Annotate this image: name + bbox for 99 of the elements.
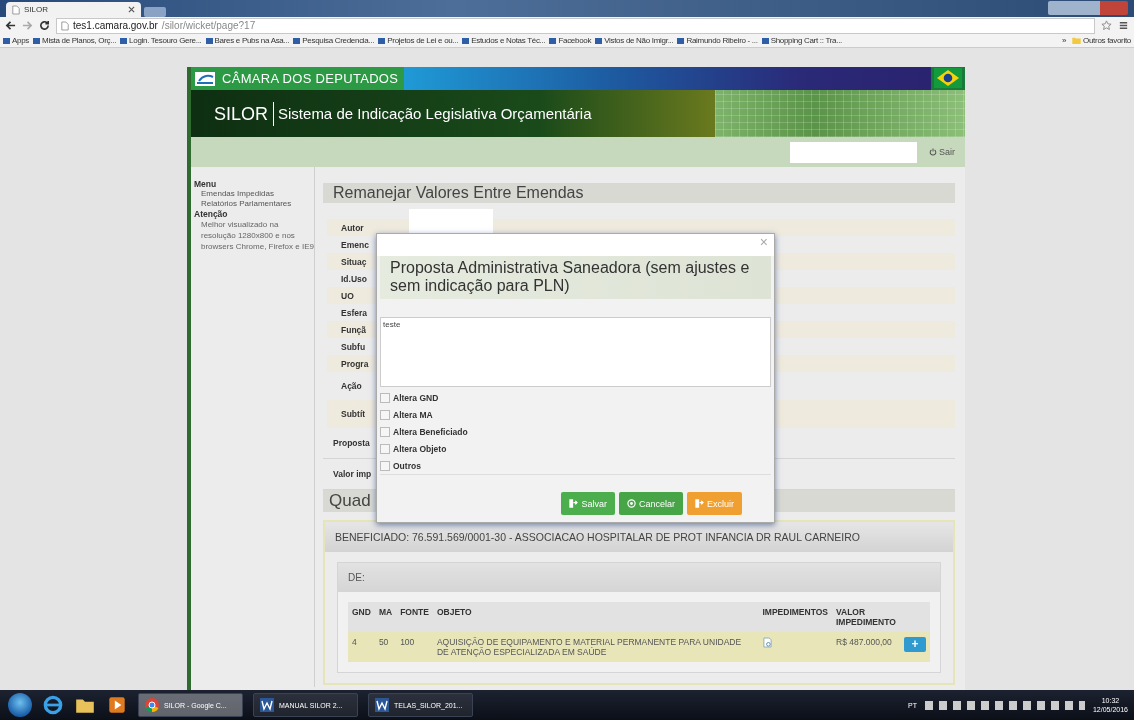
more-bookmarks-button[interactable]: » (1061, 36, 1067, 45)
menu-link[interactable]: Emendas Impedidas (194, 189, 314, 199)
field-label: UO (341, 290, 354, 301)
bookmark-icon (205, 37, 213, 44)
menu-link[interactable]: Relatórios Parlamentares (194, 199, 314, 209)
checkbox-label: Altera MA (393, 409, 433, 420)
bookmark-icon (761, 37, 769, 44)
checkbox-label: Altera Objeto (393, 443, 447, 454)
menu-icon[interactable] (1118, 20, 1129, 31)
bookmark-icon (3, 37, 10, 44)
field-label: Emenc (341, 239, 369, 250)
table-cell: R$ 487.000,00 (832, 632, 900, 662)
checkbox[interactable] (380, 426, 390, 437)
table-cell: AQUISIÇÃO DE EQUIPAMENTO E MATERIAL PERMANENTE PARA UNIDADE DE ATENÇÃO ESPECIALIZADA EM SAÚDE (432, 632, 759, 662)
star-icon[interactable] (1101, 20, 1112, 31)
checkbox-label: Altera GND (393, 392, 439, 403)
back-icon[interactable] (5, 20, 16, 31)
bookmark-item[interactable]: Vistos de Não Imigr... (595, 36, 674, 45)
folder-icon (1072, 37, 1082, 44)
bookmark-item[interactable]: Projetos de Lei e ou... (378, 36, 459, 45)
start-button[interactable] (8, 693, 32, 717)
table-cell: 100 (396, 632, 433, 662)
bookmark-item[interactable]: Apps (3, 36, 30, 45)
field-label: Funçã (341, 324, 367, 335)
column-header: IMPEDIMENTOS (758, 602, 832, 632)
notice-text: Melhor visualizado na resolução 1280x800 e nos browsers Chrome, Firefox e IE9 (200, 219, 314, 252)
column-header: GND (348, 602, 375, 632)
menu-heading: Menu (194, 179, 218, 189)
bookmark-icon (549, 37, 557, 44)
window-controls[interactable] (1048, 1, 1128, 15)
bookmark-icon (677, 37, 685, 44)
notice-heading: Atenção (194, 209, 229, 219)
table-cell: 4 (348, 632, 375, 662)
media-player-icon[interactable] (106, 694, 128, 716)
checkbox[interactable] (380, 460, 390, 471)
power-icon (929, 148, 937, 156)
field-label: Proposta (333, 438, 370, 448)
cancel-icon (626, 499, 636, 508)
page-icon (12, 4, 20, 15)
organization-name: CÂMARA DOS DEPUTADOS (222, 71, 399, 86)
field-label: Situaç (341, 256, 367, 267)
bookmark-item[interactable]: Login. Tesouro Gere... (120, 36, 202, 45)
delete-icon (695, 499, 704, 508)
bookmark-icon (120, 37, 128, 44)
address-bar[interactable]: tes1.camara.gov.br /silor/wicket/page?17 (56, 17, 1095, 34)
field-label: Progra (341, 358, 369, 369)
browser-tab[interactable]: SILOR (6, 2, 141, 17)
field-label: Subfu (341, 341, 366, 352)
page-title: Remanejar Valores Entre Emendas (323, 183, 955, 203)
checkbox-label: Outros (393, 460, 421, 471)
bookmark-icon (33, 37, 41, 44)
beneficiary-title: BENEFICIADO: 76.591.569/0001-30 - ASSOCIACAO HOSPITALAR DE PROT INFANCIA DR RAUL CARNEIRO (325, 522, 953, 552)
bookmark-item[interactable]: Estudos e Notas Téc... (462, 36, 546, 45)
flag-icon (934, 68, 962, 88)
forward-icon[interactable] (22, 20, 33, 31)
panel-title: DE: (338, 563, 940, 592)
app-acronym: SILOR (214, 101, 275, 126)
field-label: Autor (341, 222, 364, 233)
column-header: VALOR IMPEDIMENTO (832, 602, 900, 632)
reload-icon[interactable] (39, 20, 50, 31)
word-icon (374, 697, 390, 713)
field-label: Valor imp (333, 469, 372, 479)
checkbox[interactable] (380, 443, 390, 454)
close-icon[interactable] (128, 6, 135, 13)
bookmark-item[interactable]: Shopping Cart :: Tra... (761, 36, 842, 45)
logo-icon (195, 71, 215, 86)
column-header: OBJETO (432, 602, 759, 632)
bookmark-item[interactable]: Bares e Pubs na Asa... (205, 36, 290, 45)
save-icon (569, 499, 579, 508)
bookmark-folder[interactable]: Outros favorito (1072, 36, 1131, 45)
tab-title: SILOR (24, 5, 49, 14)
field-label: Esfera (341, 307, 367, 318)
browser-icon[interactable] (42, 694, 64, 716)
table-cell: 50 (374, 632, 397, 662)
bookmark-item[interactable]: Pesquisa Credencia... (293, 36, 375, 45)
field-label: Ação (341, 381, 362, 391)
bookmark-icon (595, 37, 603, 44)
bookmark-item[interactable]: Mista de Planos, Orç... (33, 36, 117, 45)
bookmark-icon (378, 37, 386, 44)
field-label: Id.Uso (341, 273, 367, 284)
chrome-icon (144, 697, 160, 713)
text-area[interactable]: teste (380, 317, 771, 387)
checkbox[interactable] (380, 409, 390, 420)
page-icon (61, 20, 69, 31)
field-label: Subtít (341, 409, 366, 419)
document-icon[interactable] (762, 637, 772, 648)
column-header: MA (374, 602, 397, 632)
bookmark-icon (293, 37, 301, 44)
dialog-title: Proposta Administrativa Saneadora (sem ajustes e sem indicação para PLN) (380, 256, 771, 299)
checkbox-label: Altera Beneficiado (393, 426, 468, 437)
app-name: Sistema de Indicação Legislativa Orçamentária (278, 105, 592, 122)
bookmark-icon (462, 37, 470, 44)
tray-icons[interactable] (924, 700, 1085, 710)
column-header: FONTE (396, 602, 433, 632)
word-icon (259, 697, 275, 713)
bookmark-item[interactable]: Facebook (549, 36, 592, 45)
checkbox[interactable] (380, 392, 390, 403)
bookmark-item[interactable]: Raimundo Ribeiro - ... (677, 36, 758, 45)
logout-link[interactable]: Sair (929, 147, 955, 157)
